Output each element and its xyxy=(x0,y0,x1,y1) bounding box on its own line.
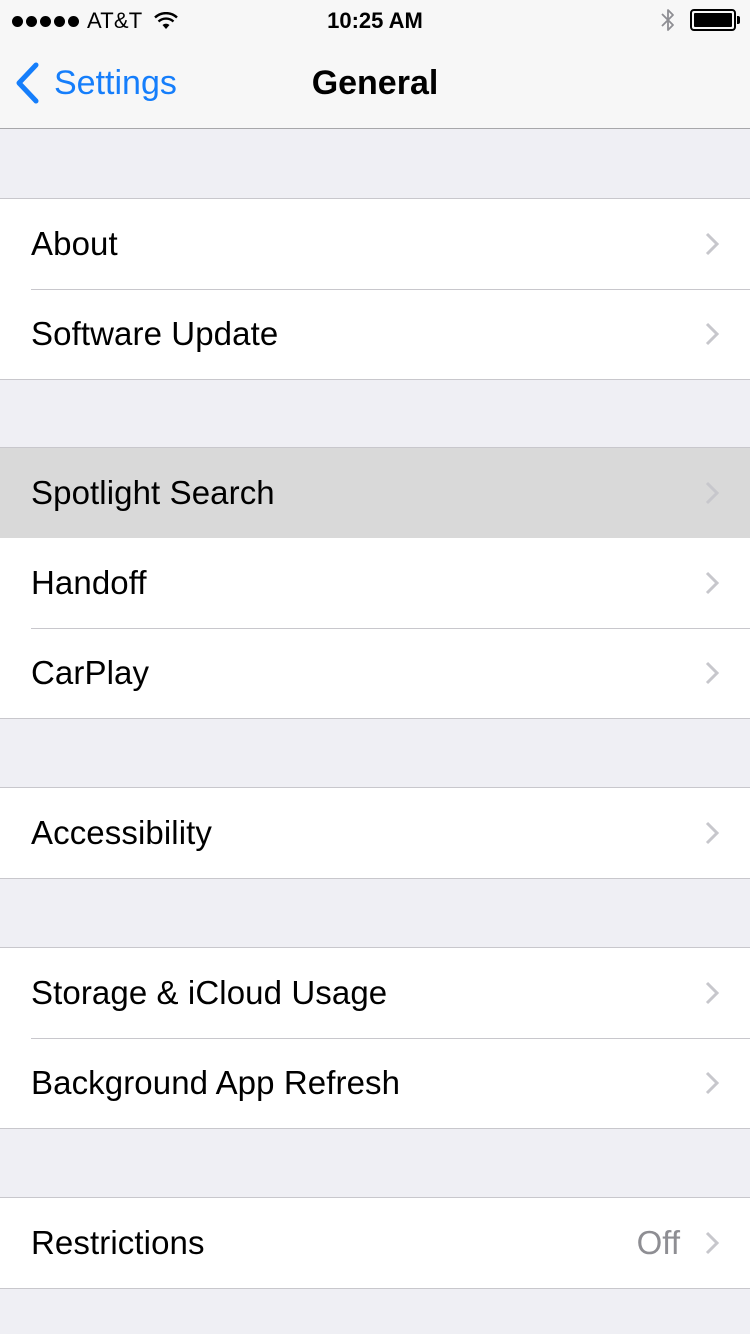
row-label: Accessibility xyxy=(31,814,213,851)
settings-group-2: Spotlight Search Handoff CarPlay xyxy=(0,447,750,719)
row-background-app-refresh[interactable]: Background App Refresh xyxy=(0,1038,750,1128)
row-label: Handoff xyxy=(31,564,147,601)
chevron-right-icon xyxy=(705,1071,720,1095)
row-label: Software Update xyxy=(31,315,279,352)
status-bar: AT&T 10:25 AM xyxy=(0,0,750,40)
status-time: 10:25 AM xyxy=(327,8,423,33)
settings-group-4: Storage & iCloud Usage Background App Re… xyxy=(0,947,750,1129)
chevron-right-icon xyxy=(705,1231,720,1255)
row-software-update[interactable]: Software Update xyxy=(0,289,750,379)
row-storage-icloud-usage[interactable]: Storage & iCloud Usage xyxy=(0,948,750,1038)
row-spotlight-search[interactable]: Spotlight Search xyxy=(0,448,750,538)
chevron-right-icon xyxy=(705,232,720,256)
row-carplay[interactable]: CarPlay xyxy=(0,628,750,718)
chevron-right-icon xyxy=(705,821,720,845)
settings-group-3: Accessibility xyxy=(0,787,750,879)
battery-icon xyxy=(690,9,740,31)
row-label: Restrictions xyxy=(31,1224,205,1261)
row-handoff[interactable]: Handoff xyxy=(0,538,750,628)
chevron-right-icon xyxy=(705,322,720,346)
status-right xyxy=(660,7,740,33)
page-title: General xyxy=(311,64,439,102)
chevron-right-icon xyxy=(705,481,720,505)
chevron-right-icon xyxy=(705,661,720,685)
chevron-right-icon xyxy=(705,981,720,1005)
row-label: CarPlay xyxy=(31,654,150,691)
row-about[interactable]: About xyxy=(0,199,750,289)
restrictions-status-value: Off xyxy=(636,1224,680,1261)
row-label: Background App Refresh xyxy=(31,1064,401,1101)
settings-group-5: Restrictions Off xyxy=(0,1197,750,1289)
row-label: Spotlight Search xyxy=(31,474,275,511)
chevron-right-icon xyxy=(705,571,720,595)
row-label: About xyxy=(31,225,118,262)
bluetooth-icon xyxy=(661,9,674,31)
settings-group-1: About Software Update xyxy=(0,198,750,380)
row-accessibility[interactable]: Accessibility xyxy=(0,788,750,878)
row-label: Storage & iCloud Usage xyxy=(31,974,388,1011)
navigation-bar: Settings General xyxy=(0,40,750,129)
row-restrictions[interactable]: Restrictions Off xyxy=(0,1198,750,1288)
